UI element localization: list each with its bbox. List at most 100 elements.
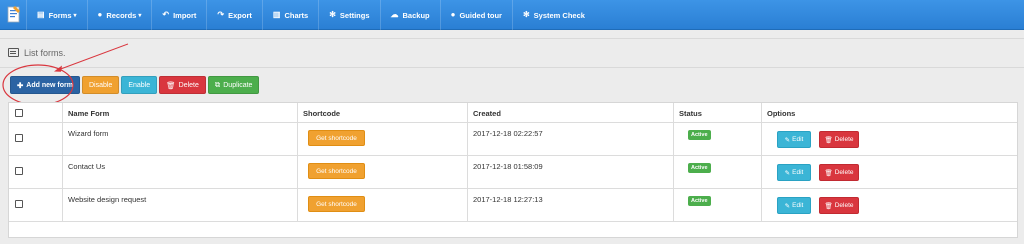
- nav-label: Charts: [284, 10, 309, 20]
- copy-icon: ⧉: [214, 80, 221, 89]
- row-checkbox[interactable]: [15, 167, 23, 175]
- status-badge[interactable]: Active: [688, 130, 711, 140]
- header-options: Options: [767, 109, 796, 118]
- button-label: Edit: [792, 169, 804, 176]
- header-status[interactable]: Status: [674, 103, 762, 122]
- button-label: Delete: [834, 136, 854, 143]
- edit-icon: ✎: [784, 136, 791, 144]
- row-checkbox[interactable]: [15, 200, 23, 208]
- form-name: Contact Us: [68, 162, 106, 171]
- page-header: List forms.: [0, 38, 1024, 68]
- gear-icon: ✻: [329, 10, 336, 19]
- form-name: Website design request: [68, 195, 147, 204]
- duplicate-button[interactable]: ⧉ Duplicate: [207, 76, 260, 94]
- action-toolbar: ✚ Add new form Disable Enable 🗑 Delete ⧉…: [10, 76, 260, 94]
- caret-down-icon: ▾: [138, 12, 142, 19]
- status-badge[interactable]: Active: [688, 196, 711, 206]
- trash-icon: 🗑: [824, 169, 833, 177]
- nav-label: System Check: [533, 10, 585, 20]
- nav-records[interactable]: ● Records ▾: [86, 0, 152, 30]
- shortcode-cell: Get shortcode: [298, 123, 468, 155]
- form-name-cell: Wizard form: [63, 123, 298, 155]
- nav-backup[interactable]: ☁ Backup: [379, 0, 440, 30]
- trash-icon: 🗑: [166, 80, 176, 90]
- button-label: Delete: [834, 169, 854, 176]
- nav-label: Export: [228, 10, 252, 20]
- nav-system-check[interactable]: ✻ System Check: [511, 0, 595, 30]
- status-cell: Active: [674, 123, 762, 155]
- list-alt-icon: [8, 48, 19, 57]
- button-label: Disable: [88, 81, 113, 89]
- row-select-cell: [9, 156, 63, 188]
- nav-label: Forms: [48, 10, 72, 20]
- question-circle-icon: ●: [450, 10, 456, 19]
- button-label: Delete: [178, 81, 199, 89]
- created-date: 2017-12-18 01:58:09: [473, 162, 543, 171]
- page-title: List forms.: [24, 48, 66, 58]
- get-shortcode-button[interactable]: Get shortcode: [308, 163, 365, 179]
- header-name-form[interactable]: Name Form: [63, 103, 298, 122]
- form-name-cell: Contact Us: [63, 156, 298, 188]
- edit-button[interactable]: ✎ Edit: [777, 131, 811, 148]
- options-cell: ✎ Edit 🗑 Delete: [762, 156, 1017, 188]
- select-all-cell: [9, 103, 63, 122]
- plus-icon: ✚: [17, 80, 24, 90]
- form-name-cell: Website design request: [63, 189, 298, 221]
- disable-button[interactable]: Disable: [81, 76, 120, 94]
- row-select-cell: [9, 123, 63, 155]
- nav-label: Records: [106, 10, 137, 20]
- caret-down-icon: ▾: [73, 12, 77, 19]
- status-badge[interactable]: Active: [688, 163, 711, 173]
- trash-icon: 🗑: [824, 136, 833, 144]
- row-select-cell: [9, 189, 63, 221]
- edit-button[interactable]: ✎ Edit: [777, 164, 811, 181]
- table-row: Website design request Get shortcode 201…: [9, 189, 1017, 222]
- created-cell: 2017-12-18 12:27:13: [468, 189, 674, 221]
- add-new-form-button[interactable]: ✚ Add new form: [10, 76, 80, 94]
- cloud-download-icon: ☁: [390, 10, 399, 19]
- delete-button[interactable]: 🗑 Delete: [159, 76, 206, 94]
- enable-button[interactable]: Enable: [121, 76, 158, 94]
- nav-forms[interactable]: ▤ Forms ▾: [26, 0, 87, 30]
- header-created[interactable]: Created: [468, 103, 674, 122]
- forms-table: Name Form Shortcode Created Status Optio…: [8, 102, 1018, 238]
- delete-row-button[interactable]: 🗑 Delete: [819, 131, 859, 148]
- nav-label: Settings: [339, 10, 370, 20]
- table-header-row: Name Form Shortcode Created Status Optio…: [9, 103, 1017, 123]
- status-cell: Active: [674, 156, 762, 188]
- header-shortcode: Shortcode: [298, 103, 468, 122]
- delete-row-button[interactable]: 🗑 Delete: [819, 164, 859, 181]
- shortcode-cell: Get shortcode: [298, 189, 468, 221]
- select-all-checkbox[interactable]: [15, 109, 23, 117]
- nav-export[interactable]: ↷ Export: [206, 0, 261, 30]
- reply-icon: ↶: [162, 10, 170, 19]
- status-cell: Active: [674, 189, 762, 221]
- nav-label: Import: [173, 10, 197, 20]
- shortcode-cell: Get shortcode: [298, 156, 468, 188]
- edit-button[interactable]: ✎ Edit: [777, 197, 811, 214]
- app-logo-icon[interactable]: [6, 4, 22, 24]
- nav-charts[interactable]: ▥ Charts: [261, 0, 318, 30]
- nav-import[interactable]: ↶ Import: [151, 0, 206, 30]
- top-navbar: ▤ Forms ▾ ● Records ▾ ↶ Import ↷ Export …: [0, 0, 1024, 30]
- button-label: Edit: [792, 136, 804, 143]
- row-checkbox[interactable]: [15, 134, 23, 142]
- table-row: Contact Us Get shortcode 2017-12-18 01:5…: [9, 156, 1017, 189]
- nav-settings[interactable]: ✻ Settings: [318, 0, 379, 30]
- nav-guided-tour[interactable]: ● Guided tour: [439, 0, 512, 30]
- created-cell: 2017-12-18 01:58:09: [468, 156, 674, 188]
- delete-row-button[interactable]: 🗑 Delete: [819, 197, 859, 214]
- button-label: Delete: [834, 202, 854, 209]
- get-shortcode-button[interactable]: Get shortcode: [308, 130, 365, 146]
- chart-icon: ▥: [272, 10, 281, 19]
- table-row: Wizard form Get shortcode 2017-12-18 02:…: [9, 123, 1017, 156]
- created-cell: 2017-12-18 02:22:57: [468, 123, 674, 155]
- created-date: 2017-12-18 12:27:13: [473, 195, 543, 204]
- edit-icon: ✎: [784, 169, 791, 177]
- button-label: Edit: [792, 202, 804, 209]
- button-label: Duplicate: [223, 81, 253, 89]
- main-nav: ▤ Forms ▾ ● Records ▾ ↶ Import ↷ Export …: [26, 0, 595, 30]
- created-date: 2017-12-18 02:22:57: [473, 129, 543, 138]
- get-shortcode-button[interactable]: Get shortcode: [308, 196, 365, 212]
- list-icon: ▤: [37, 10, 45, 19]
